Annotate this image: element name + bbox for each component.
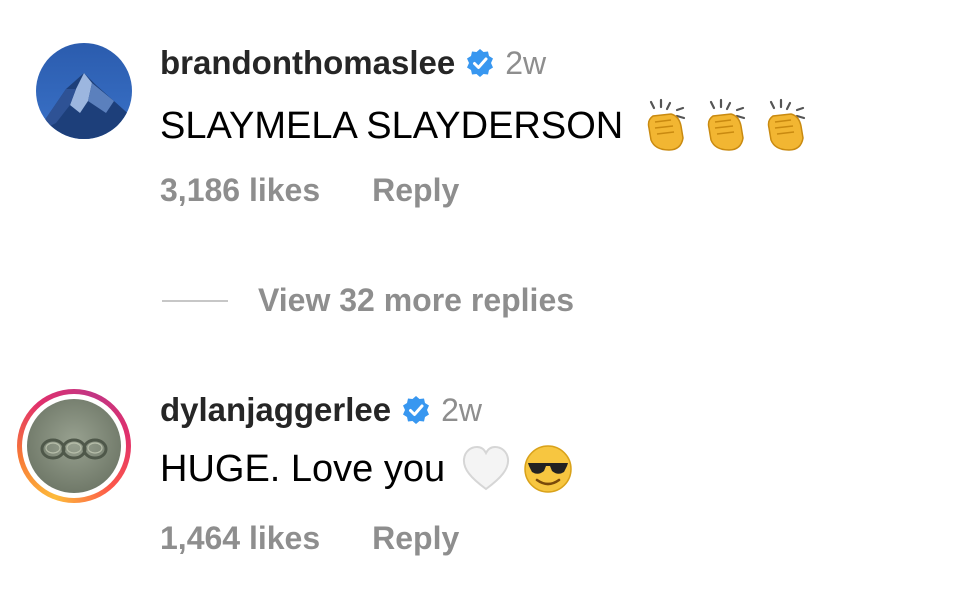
likes-count[interactable]: 3,186 likes bbox=[160, 172, 320, 209]
comment-header: dylanjaggerlee 2w bbox=[160, 391, 482, 429]
comment-header: brandonthomaslee 2w bbox=[160, 44, 546, 82]
comment-text: SLAYMELA SLAYDERSON bbox=[160, 104, 624, 147]
username[interactable]: brandonthomaslee bbox=[160, 44, 455, 82]
white-heart-emoji-icon bbox=[461, 445, 511, 493]
comment-body: HUGE. Love you bbox=[160, 444, 573, 494]
timestamp: 2w bbox=[505, 44, 547, 81]
verified-badge-icon bbox=[465, 48, 495, 78]
comment-actions: 1,464 likes Reply bbox=[160, 520, 459, 557]
thread-divider bbox=[162, 299, 228, 302]
avatar bbox=[27, 399, 121, 493]
likes-count[interactable]: 1,464 likes bbox=[160, 520, 320, 557]
timestamp: 2w bbox=[441, 391, 483, 428]
clapping-hands-emoji-icon bbox=[761, 98, 811, 154]
username[interactable]: dylanjaggerlee bbox=[160, 391, 391, 429]
sunglasses-face-emoji-icon bbox=[523, 444, 573, 494]
clapping-hands-emoji-icon bbox=[641, 98, 691, 154]
clapping-hands-emoji-icon bbox=[701, 98, 751, 154]
story-ring-avatar[interactable] bbox=[17, 389, 131, 503]
reply-button[interactable]: Reply bbox=[372, 172, 459, 209]
comment-actions: 3,186 likes Reply bbox=[160, 172, 459, 209]
verified-badge-icon bbox=[401, 395, 431, 425]
avatar[interactable] bbox=[36, 43, 132, 139]
view-replies-label[interactable]: View 32 more replies bbox=[258, 282, 574, 319]
comment-body: SLAYMELA SLAYDERSON bbox=[160, 98, 811, 154]
view-more-replies[interactable]: View 32 more replies bbox=[162, 282, 574, 319]
reply-button[interactable]: Reply bbox=[372, 520, 459, 557]
comment-text: HUGE. Love you bbox=[160, 447, 446, 490]
